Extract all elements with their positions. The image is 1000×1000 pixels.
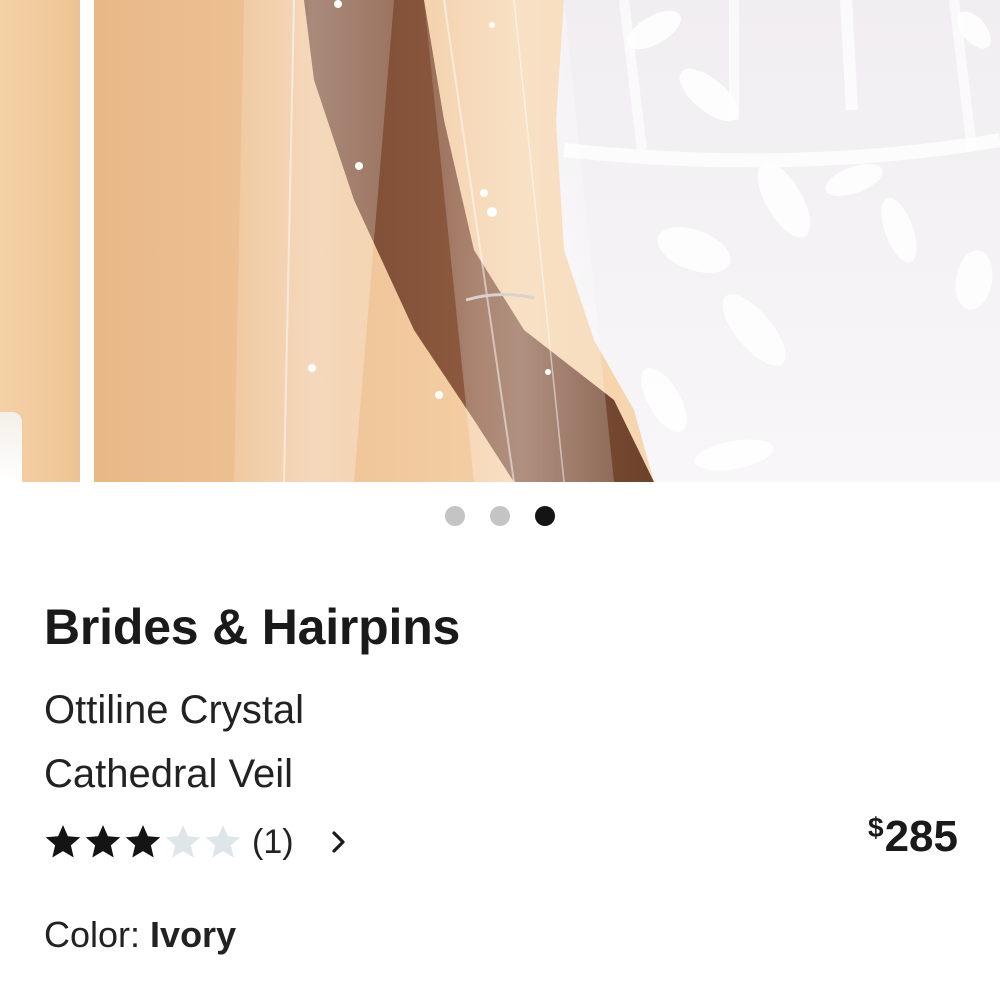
brand-name[interactable]: Brides & Hairpins [44, 598, 460, 656]
price-amount: 285 [884, 812, 958, 861]
star-filled-icon [45, 825, 81, 858]
carousel-dot-1[interactable] [445, 506, 465, 526]
color-value: Ivory [150, 914, 237, 955]
product-title: Ottiline Crystal Cathedral Veil [44, 678, 644, 806]
product-title-line-2: Cathedral Veil [44, 752, 294, 796]
previous-slide-peek[interactable] [0, 0, 80, 482]
chevron-right-icon[interactable] [328, 827, 350, 857]
carousel-dots [0, 506, 1000, 526]
image-carousel[interactable] [0, 0, 1000, 482]
veil-photo [234, 0, 1000, 482]
star-empty-icon [165, 825, 201, 858]
product-image[interactable] [94, 0, 1000, 482]
reviews-link[interactable]: (1) [44, 823, 350, 862]
review-count: (1) [252, 822, 294, 861]
star-filled-icon [85, 825, 121, 858]
color-selection: Color: Ivory [44, 914, 236, 956]
price: $285 [868, 812, 958, 862]
product-title-line-1: Ottiline Crystal [44, 688, 305, 732]
carousel-dot-3[interactable] [535, 506, 555, 526]
product-page: Brides & Hairpins Ottiline Crystal Cathe… [0, 0, 1000, 1000]
dress-edge-image [0, 412, 22, 482]
price-currency: $ [868, 812, 884, 843]
star-filled-icon [125, 825, 161, 858]
rating-row: (1) [44, 816, 350, 868]
star-empty-icon [205, 825, 241, 858]
color-label: Color: [44, 914, 141, 955]
star-rating [44, 823, 242, 861]
carousel-dot-2[interactable] [490, 506, 510, 526]
